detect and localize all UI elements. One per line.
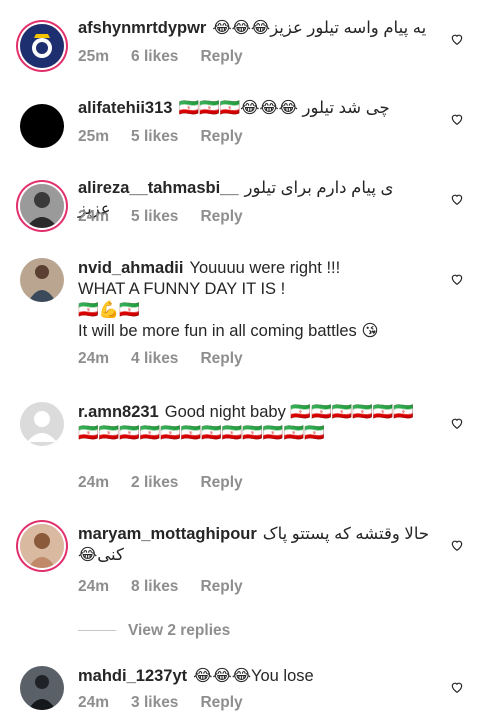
default-user-icon (20, 402, 64, 446)
comment-body: mahdi_1237yt 😂😂😂You lose (78, 666, 430, 687)
avatar[interactable] (20, 24, 64, 68)
comment-meta: 24m 4 likes Reply (78, 350, 265, 368)
heart-icon[interactable] (450, 680, 464, 694)
comment-meta: 25m 5 likes Reply (78, 128, 265, 146)
comment-text: چی شد تیلور 😂😂😂🇮🇷🇮🇷🇮🇷 (178, 99, 390, 117)
avatar[interactable] (20, 524, 64, 568)
comment-time: 24m (78, 350, 110, 367)
comment-username[interactable]: alireza__tahmasbi__ (78, 179, 239, 197)
comment-likes[interactable]: 5 likes (131, 128, 178, 145)
person-photo-icon (20, 524, 64, 568)
person-photo-icon (20, 666, 64, 710)
comment-time: 25m (78, 48, 110, 65)
black-circle-icon (20, 104, 64, 148)
comment-time: 25m (78, 128, 110, 145)
comment-username[interactable]: r.amn8231 (78, 403, 159, 421)
comment-body: maryam_mottaghipour حالا وقتشه که پستتو پ… (78, 524, 430, 566)
person-photo-icon (20, 184, 64, 228)
reply-button[interactable]: Reply (200, 474, 242, 491)
comment-username[interactable]: afshynmrtdypwr (78, 19, 206, 37)
comment-body: r.amn8231 Good night baby 🇮🇷🇮🇷🇮🇷🇮🇷🇮🇷🇮🇷🇮🇷🇮… (78, 402, 430, 444)
comment-meta: 24m 5 likes Reply (78, 208, 265, 226)
comment-username[interactable]: maryam_mottaghipour (78, 525, 257, 543)
comment-time: 24m (78, 474, 110, 491)
comment-time: 24m (78, 694, 110, 711)
heart-icon[interactable] (450, 272, 464, 286)
heart-icon[interactable] (450, 192, 464, 206)
comment-time: 24m (78, 578, 110, 595)
comment-meta: 24m 8 likes Reply (78, 578, 265, 596)
comment-likes[interactable]: 5 likes (131, 208, 178, 225)
comment-meta: 24m 2 likes Reply (78, 474, 265, 492)
comment-body: nvid_ahmadii Youuuu were right !!! WHAT A… (78, 258, 430, 342)
avatar[interactable] (20, 666, 64, 710)
comment-likes[interactable]: 8 likes (131, 578, 178, 595)
heart-icon[interactable] (450, 32, 464, 46)
reply-button[interactable]: Reply (200, 128, 242, 145)
comment-likes[interactable]: 6 likes (131, 48, 178, 65)
view-replies-button[interactable]: View 2 replies (78, 622, 230, 640)
comment-time: 24m (78, 208, 110, 225)
reply-button[interactable]: Reply (200, 350, 242, 367)
comment-text: 😂😂😂You lose (193, 667, 314, 685)
reply-button[interactable]: Reply (200, 48, 242, 65)
comment-username[interactable]: alifatehii313 (78, 99, 172, 117)
comment-likes[interactable]: 4 likes (131, 350, 178, 367)
avatar[interactable] (20, 184, 64, 228)
comment-username[interactable]: nvid_ahmadii (78, 259, 183, 277)
comment-body: afshynmrtdypwr یه پیام واسه تیلور عزیز😂😂😂 (78, 18, 430, 39)
real-madrid-logo-icon (20, 24, 64, 68)
reply-button[interactable]: Reply (200, 208, 242, 225)
comment-meta: 25m 6 likes Reply (78, 48, 265, 66)
divider (78, 630, 116, 632)
person-photo-icon (20, 258, 64, 302)
reply-button[interactable]: Reply (200, 578, 242, 595)
heart-icon[interactable] (450, 416, 464, 430)
avatar[interactable] (20, 104, 64, 148)
comment-likes[interactable]: 3 likes (131, 694, 178, 711)
heart-icon[interactable] (450, 538, 464, 552)
comment-username[interactable]: mahdi_1237yt (78, 667, 187, 685)
view-replies-label[interactable]: View 2 replies (128, 622, 230, 639)
comment-text: یه پیام واسه تیلور عزیز😂😂😂 (212, 19, 427, 37)
comment-body: alifatehii313 چی شد تیلور 😂😂😂🇮🇷🇮🇷🇮🇷 (78, 98, 430, 119)
heart-icon[interactable] (450, 112, 464, 126)
reply-button[interactable]: Reply (200, 694, 242, 711)
comment-likes[interactable]: 2 likes (131, 474, 178, 491)
comment-meta: 24m 3 likes Reply (78, 694, 265, 712)
avatar[interactable] (20, 402, 64, 446)
avatar[interactable] (20, 258, 64, 302)
